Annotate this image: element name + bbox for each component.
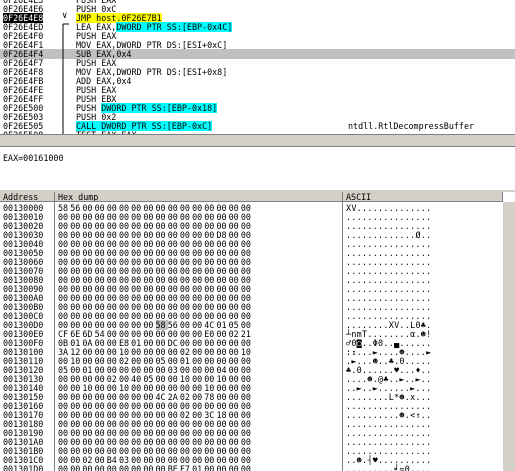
hex-byte[interactable]: 00 bbox=[131, 464, 143, 471]
dump-ascii[interactable]: .........╛≈0.... bbox=[346, 464, 431, 471]
hex-byte[interactable]: 00 bbox=[204, 464, 216, 471]
dump-pane[interactable]: Address Hex dump ASCII 00130000 58 56 00 00 0… bbox=[0, 192, 515, 471]
column-header-hex-dump[interactable]: Hex dump bbox=[55, 192, 343, 202]
divider-hex-ascii bbox=[342, 202, 343, 471]
hex-byte[interactable]: BE bbox=[168, 464, 180, 471]
pane-splitter[interactable] bbox=[0, 134, 515, 147]
hex-byte[interactable]: 00 bbox=[241, 464, 253, 471]
info-pane: EAX=00161000 bbox=[0, 147, 515, 190]
hex-byte[interactable]: 00 bbox=[143, 464, 155, 471]
jump-down-icon: ∨ bbox=[62, 11, 68, 21]
hex-byte[interactable]: 00 bbox=[70, 464, 82, 471]
dump-scrollbar[interactable] bbox=[503, 202, 515, 471]
column-header-ascii[interactable]: ASCII bbox=[343, 192, 503, 202]
divider-address-hex bbox=[54, 202, 55, 471]
hex-byte[interactable]: 00 bbox=[119, 464, 131, 471]
dump-hex-bytes[interactable]: 00 00 00 00 00 00 00 00 00 BE F7 01 00 00 00 00 bbox=[58, 464, 253, 471]
dump-row[interactable]: 001301D0 00 00 00 00 00 00 00 00 00 BE F7 01 00 00 00 00… bbox=[0, 464, 515, 471]
hex-byte[interactable]: F7 bbox=[180, 464, 192, 471]
hex-byte[interactable]: 00 bbox=[156, 464, 168, 471]
column-header-address[interactable]: Address bbox=[0, 192, 55, 202]
hex-byte[interactable]: 00 bbox=[82, 464, 94, 471]
hex-byte[interactable]: 00 bbox=[229, 464, 241, 471]
hex-byte[interactable]: 00 bbox=[216, 464, 228, 471]
hex-byte[interactable]: 01 bbox=[192, 464, 204, 471]
register-info-text: EAX=00161000 bbox=[3, 153, 64, 163]
hex-byte[interactable]: 00 bbox=[107, 464, 119, 471]
hex-byte[interactable]: 00 bbox=[95, 464, 107, 471]
dump-address: 001301D0 bbox=[3, 464, 44, 471]
hex-byte[interactable]: 00 bbox=[58, 464, 70, 471]
disassembly-pane[interactable]: 0F26E4E3 PUSH EAX 0F26E4E6 PUSH 0xC 0F26E4E8… bbox=[0, 0, 515, 134]
